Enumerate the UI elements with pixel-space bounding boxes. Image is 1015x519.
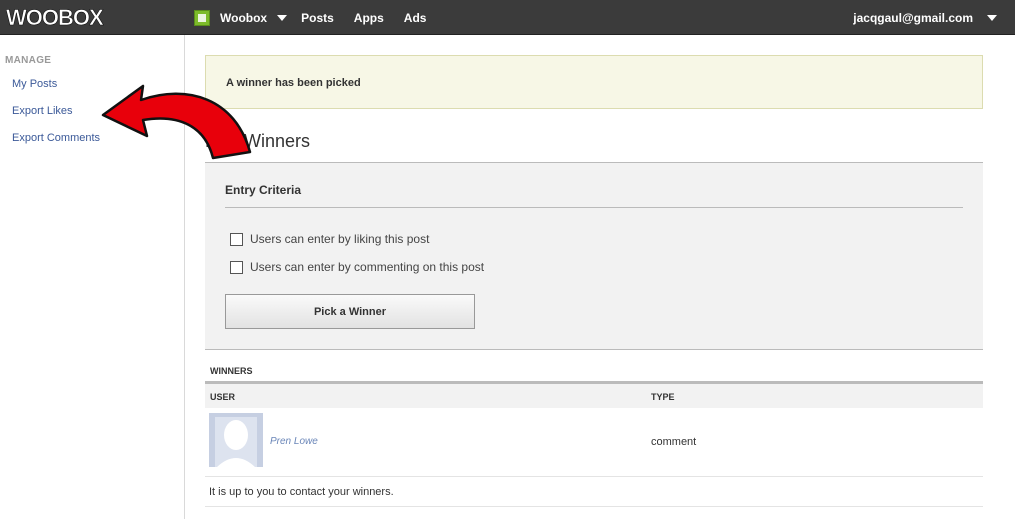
winners-heading: WINNERS [210,366,253,376]
woobox-logo[interactable]: WOOBOX [6,5,112,29]
criteria-option-likes[interactable]: Users can enter by liking this post [230,232,429,246]
nav-woobox[interactable]: Woobox [220,11,267,25]
nav-apps[interactable]: Apps [354,11,384,25]
sidebar-item-export-comments[interactable]: Export Comments [12,132,100,144]
nav-posts[interactable]: Posts [301,11,334,25]
criteria-option-comments[interactable]: Users can enter by commenting on this po… [230,260,484,274]
entry-criteria-heading: Entry Criteria [225,183,302,197]
sidebar-item-my-posts[interactable]: My Posts [12,78,57,90]
winner-entry-type: comment [651,436,697,448]
criteria-option-label: Users can enter by liking this post [250,232,430,246]
likes-checkbox[interactable] [230,232,243,246]
comments-checkbox[interactable] [230,260,243,274]
winner-user-name[interactable]: Pren Lowe [270,436,318,447]
woobox-logo-icon: WOOBOX [6,6,105,28]
chevron-down-icon[interactable] [987,14,997,21]
divider [225,207,963,208]
sidebar-heading: MANAGE [5,55,52,66]
user-email[interactable]: jacqgaul@gmail.com [853,11,973,25]
entry-criteria-panel: Entry Criteria Users can enter by liking… [205,163,983,350]
contact-note: It is up to you to contact your winners. [209,486,394,498]
avatar [209,413,263,467]
chevron-down-icon[interactable] [277,14,288,21]
sidebar-item-export-likes[interactable]: Export Likes [12,105,73,117]
column-header-type: TYPE [651,392,675,402]
top-navigation-bar: WOOBOX Woobox Posts Apps Ads jacqgaul@gm… [0,0,1015,35]
divider [205,476,983,477]
main-nav: Woobox Posts Apps Ads [194,0,446,35]
success-notice: A winner has been picked [205,55,983,109]
winners-table-header [205,384,983,408]
divider [205,506,983,507]
woobox-app-icon [194,9,210,26]
column-header-user: USER [210,392,236,402]
pick-winner-button[interactable]: Pick a Winner [225,294,475,329]
svg-text:WOOBOX: WOOBOX [6,6,104,28]
user-menu[interactable]: jacqgaul@gmail.com [853,0,997,35]
nav-ads[interactable]: Ads [404,11,427,25]
annotation-arrow-icon [101,84,252,160]
criteria-option-label: Users can enter by commenting on this po… [250,260,485,274]
